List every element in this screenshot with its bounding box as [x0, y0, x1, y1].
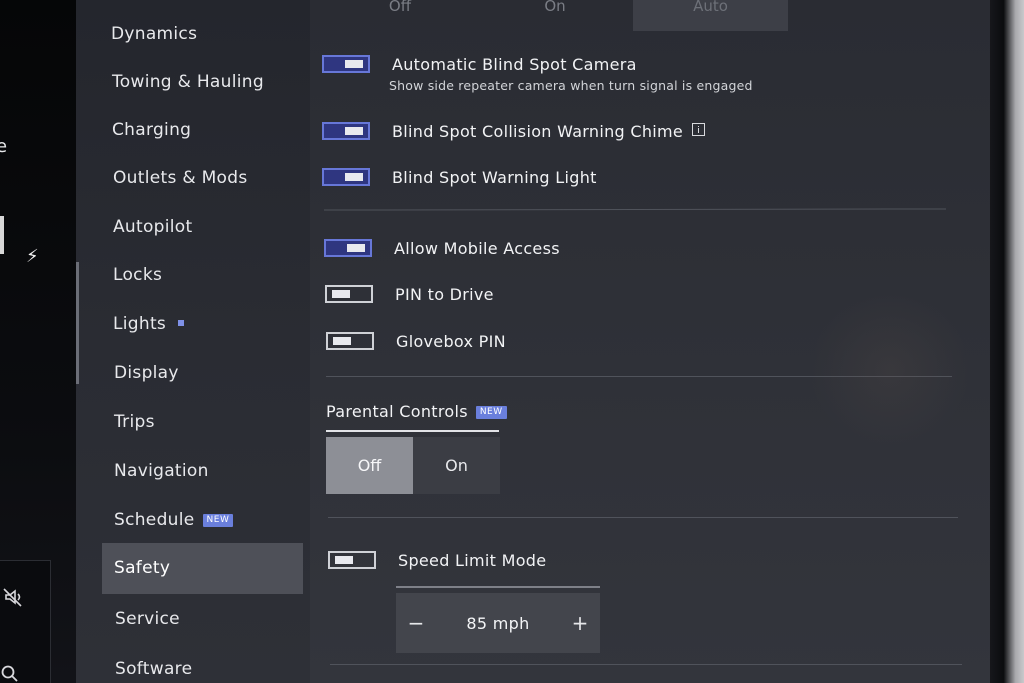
top-segment-auto[interactable]: Auto	[633, 0, 788, 31]
blind-spot-camera-toggle[interactable]	[322, 55, 370, 73]
sidebar-item-label: Towing & Hauling	[112, 72, 264, 92]
sidebar-item-locks[interactable]: Locks	[113, 250, 162, 300]
speed-limit-mode-label: Speed Limit Mode	[398, 550, 547, 570]
toggle-knob	[345, 60, 363, 68]
speed-limit-mode-row: Speed Limit Mode	[328, 546, 546, 574]
white-bar	[0, 216, 4, 254]
toggle-knob	[335, 556, 353, 564]
section-divider	[328, 517, 958, 518]
sidebar-item-software[interactable]: Software	[115, 644, 192, 683]
screen: e ⚡ Dynamics Towing & Hauling Charging O…	[0, 0, 1024, 683]
screen-bezel	[990, 0, 1024, 683]
sidebar-item-label: Charging	[112, 120, 192, 140]
mute-icon[interactable]	[2, 586, 24, 608]
mobile-access-row: Allow Mobile Access	[324, 234, 560, 262]
sidebar-item-navigation[interactable]: Navigation	[114, 446, 209, 496]
sidebar-item-label: Display	[114, 363, 179, 383]
sidebar-item-safety[interactable]: Safety	[102, 543, 303, 594]
parental-controls-title: Parental Controls NEW	[326, 402, 507, 421]
toggle-knob	[345, 173, 363, 181]
sidebar-item-display[interactable]: Display	[114, 348, 179, 398]
speed-increase-button[interactable]: +	[560, 611, 600, 635]
sidebar-item-outlets-mods[interactable]: Outlets & Mods	[113, 153, 248, 203]
sidebar-item-label: Service	[115, 609, 180, 629]
parental-controls-on-button[interactable]: On	[413, 437, 500, 494]
section-divider	[323, 208, 947, 211]
sidebar-item-label: Schedule	[114, 510, 195, 530]
screen-reflection	[810, 290, 970, 450]
speed-limit-value: 85 mph	[466, 613, 530, 633]
toggle-knob	[345, 127, 363, 135]
parental-controls-underline	[326, 430, 499, 432]
new-badge: NEW	[202, 514, 234, 527]
sidebar-item-label: Trips	[114, 412, 155, 432]
edge-char: e	[0, 136, 8, 157]
toggle-knob	[332, 290, 350, 298]
toggle-knob	[347, 244, 365, 252]
safety-settings-panel: Off On Auto Automatic Blind Spot Camera …	[310, 0, 990, 683]
left-strip: e ⚡	[0, 0, 76, 683]
mobile-access-label: Allow Mobile Access	[394, 238, 560, 258]
sidebar-item-towing-hauling[interactable]: Towing & Hauling	[112, 57, 264, 107]
sidebar-item-label: Autopilot	[113, 217, 193, 237]
blind-spot-chime-row: Blind Spot Collision Warning Chime	[322, 117, 706, 145]
settings-sidebar: Dynamics Towing & Hauling Charging Outle…	[76, 0, 310, 683]
sidebar-item-service[interactable]: Service	[115, 594, 180, 644]
info-icon[interactable]	[692, 122, 706, 136]
sidebar-scrollbar[interactable]	[76, 262, 79, 384]
lights-dot-indicator	[178, 320, 185, 326]
parental-controls-off-button[interactable]: Off	[326, 437, 413, 494]
new-badge: NEW	[475, 406, 507, 419]
pin-to-drive-label: PIN to Drive	[395, 284, 494, 304]
blind-spot-camera-row: Automatic Blind Spot Camera	[322, 50, 637, 78]
sidebar-item-label: Safety	[114, 558, 171, 578]
top-segment-off[interactable]: Off	[350, 0, 450, 31]
top-segment-on[interactable]: On	[500, 0, 610, 31]
pin-to-drive-row: PIN to Drive	[325, 280, 494, 308]
sidebar-item-label: Locks	[113, 265, 163, 285]
sidebar-item-label: Software	[115, 659, 193, 679]
glovebox-pin-label: Glovebox PIN	[396, 331, 506, 351]
search-icon[interactable]	[0, 664, 18, 682]
sidebar-item-lights[interactable]: Lights	[113, 299, 185, 349]
speed-decrease-button[interactable]: −	[396, 611, 436, 635]
blind-spot-camera-label: Automatic Blind Spot Camera	[392, 54, 637, 74]
section-divider	[326, 376, 952, 377]
sidebar-item-autopilot[interactable]: Autopilot	[113, 202, 192, 252]
sidebar-item-label: Outlets & Mods	[113, 168, 248, 188]
blind-spot-light-toggle[interactable]	[322, 168, 370, 186]
blind-spot-chime-toggle[interactable]	[322, 122, 370, 140]
toggle-knob	[333, 337, 351, 345]
stepper-top-line	[396, 586, 600, 588]
sidebar-item-dynamics[interactable]: Dynamics	[111, 9, 197, 59]
blind-spot-light-label: Blind Spot Warning Light	[392, 167, 597, 187]
speed-limit-mode-toggle[interactable]	[328, 551, 376, 569]
mobile-access-toggle[interactable]	[324, 239, 372, 257]
speed-limit-stepper: − 85 mph +	[396, 593, 600, 653]
blind-spot-light-row: Blind Spot Warning Light	[322, 163, 597, 191]
bolt-icon: ⚡	[26, 246, 39, 267]
sidebar-item-label: Dynamics	[111, 24, 198, 44]
sidebar-item-trips[interactable]: Trips	[114, 397, 155, 447]
sidebar-item-label: Lights	[113, 314, 167, 334]
blind-spot-chime-label: Blind Spot Collision Warning Chime	[392, 122, 706, 141]
section-divider	[330, 664, 962, 665]
glovebox-pin-toggle[interactable]	[326, 332, 374, 350]
sidebar-item-schedule[interactable]: Schedule NEW	[114, 495, 234, 545]
glovebox-pin-row: Glovebox PIN	[326, 327, 506, 355]
sidebar-item-label: Navigation	[114, 461, 209, 481]
pin-to-drive-toggle[interactable]	[325, 285, 373, 303]
parental-controls-segment: Off On	[326, 437, 500, 494]
sidebar-item-charging[interactable]: Charging	[112, 105, 191, 155]
blind-spot-camera-description: Show side repeater camera when turn sign…	[389, 78, 753, 93]
